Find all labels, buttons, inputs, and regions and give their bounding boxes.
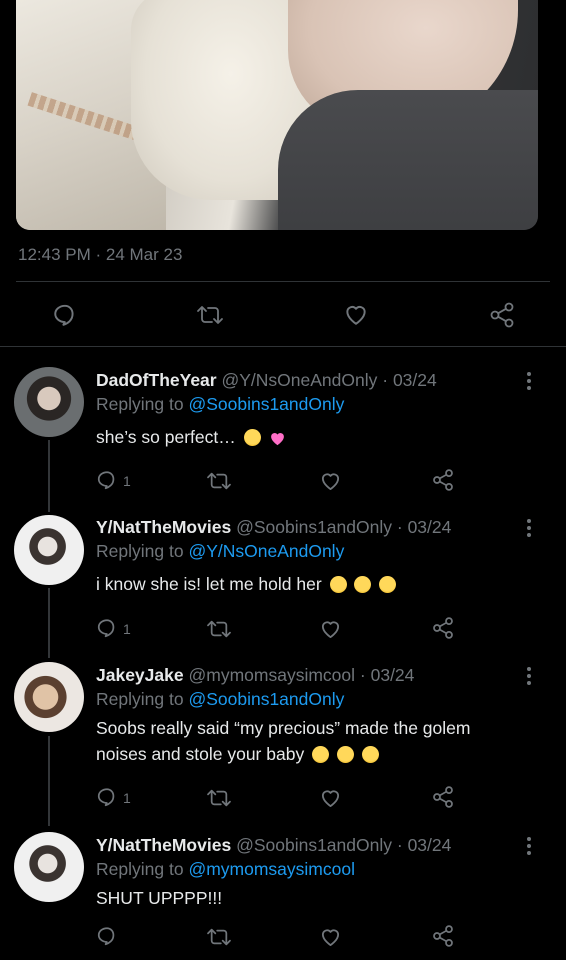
replying-label: Replying to	[96, 689, 184, 709]
more-options-icon[interactable]	[522, 517, 536, 539]
retweet-icon[interactable]	[206, 926, 232, 948]
photo-shirt	[278, 90, 538, 230]
reply-icon[interactable]	[96, 786, 118, 808]
reply-icon[interactable]	[96, 617, 118, 639]
reply-text-line: noises and stole your baby	[96, 741, 526, 767]
reply-text-content: noises and stole your baby	[96, 744, 305, 764]
tired-face-emoji-icon	[379, 576, 397, 593]
reply-header: Y/NatTheMovies @Soobins1andOnly · 03/24	[96, 517, 451, 538]
reply-date: 03/24	[407, 835, 452, 855]
replying-to-line: Replying to @Soobins1andOnly	[96, 394, 344, 415]
tears-of-joy-emoji-icon	[336, 746, 354, 763]
reply-icon[interactable]	[96, 925, 118, 947]
tears-of-joy-emoji-icon	[361, 746, 379, 763]
reply-icon[interactable]	[96, 469, 118, 491]
growing-heart-emoji-icon	[269, 427, 286, 446]
share-icon[interactable]	[431, 924, 455, 948]
replying-label: Replying to	[96, 859, 184, 879]
retweet-icon[interactable]	[206, 618, 232, 640]
more-options-icon[interactable]	[522, 835, 536, 857]
tweet-action-bar	[0, 296, 566, 336]
mention-link[interactable]: @Soobins1andOnly	[188, 689, 344, 709]
retweet-icon[interactable]	[206, 787, 232, 809]
reply-date: 03/24	[407, 517, 452, 537]
reply-header: DadOfTheYear @Y/NsOneAndOnly · 03/24	[96, 370, 437, 391]
like-icon[interactable]	[343, 302, 369, 326]
user-handle[interactable]: @mymomsaysimcool	[188, 665, 355, 685]
divider	[0, 346, 566, 347]
replying-to-line: Replying to @Soobins1andOnly	[96, 689, 344, 710]
tweet-photo[interactable]	[16, 0, 538, 230]
mention-link[interactable]: @Y/NsOneAndOnly	[188, 541, 344, 561]
like-icon[interactable]	[319, 470, 342, 491]
reply-date: 03/24	[392, 370, 437, 390]
mention-link[interactable]: @Soobins1andOnly	[188, 394, 344, 414]
user-handle[interactable]: @Y/NsOneAndOnly	[221, 370, 377, 390]
replying-to-line: Replying to @mymomsaysimcool	[96, 859, 355, 880]
thread-line	[48, 440, 50, 512]
loudly-crying-face-emoji-icon	[243, 429, 261, 446]
share-icon[interactable]	[488, 301, 516, 329]
retweet-icon[interactable]	[206, 470, 232, 492]
share-icon[interactable]	[431, 616, 455, 640]
reply-header: Y/NatTheMovies @Soobins1andOnly · 03/24	[96, 835, 451, 856]
user-handle[interactable]: @Soobins1andOnly	[236, 517, 392, 537]
reply-text: Soobs really said “my precious” made the…	[96, 715, 526, 767]
tweet-timestamp[interactable]: 12:43 PM · 24 Mar 23	[18, 245, 182, 265]
reply-count: 1	[123, 621, 131, 637]
reply-count: 1	[123, 473, 131, 489]
divider	[16, 281, 550, 282]
avatar[interactable]	[14, 515, 84, 585]
reply-count: 1	[123, 790, 131, 806]
tired-face-emoji-icon	[354, 576, 372, 593]
thread-line	[48, 588, 50, 658]
display-name[interactable]: Y/NatTheMovies	[96, 835, 231, 855]
like-icon[interactable]	[319, 618, 342, 639]
avatar[interactable]	[14, 662, 84, 732]
share-icon[interactable]	[431, 468, 455, 492]
separator: ·	[396, 517, 403, 537]
replying-label: Replying to	[96, 541, 184, 561]
tired-face-emoji-icon	[329, 576, 347, 593]
reply-header: JakeyJake @mymomsaysimcool · 03/24	[96, 665, 414, 686]
replying-label: Replying to	[96, 394, 184, 414]
more-options-icon[interactable]	[522, 665, 536, 687]
like-icon[interactable]	[319, 926, 342, 947]
avatar[interactable]	[14, 367, 84, 437]
thread-line	[48, 736, 50, 826]
separator: ·	[382, 370, 389, 390]
tears-of-joy-emoji-icon	[312, 746, 330, 763]
display-name[interactable]: JakeyJake	[96, 665, 184, 685]
separator: ·	[396, 835, 403, 855]
avatar[interactable]	[14, 832, 84, 902]
reply-text-content: SHUT UPPPP!!!	[96, 888, 223, 908]
reply-text: she’s so perfect…	[96, 424, 526, 450]
reply-text-line: Soobs really said “my precious” made the…	[96, 718, 471, 738]
replying-to-line: Replying to @Y/NsOneAndOnly	[96, 541, 344, 562]
display-name[interactable]: DadOfTheYear	[96, 370, 217, 390]
reply-text: i know she is! let me hold her	[96, 571, 526, 597]
user-handle[interactable]: @Soobins1andOnly	[236, 835, 392, 855]
like-icon[interactable]	[319, 787, 342, 808]
mention-link[interactable]: @mymomsaysimcool	[188, 859, 355, 879]
share-icon[interactable]	[431, 785, 455, 809]
reply-text: SHUT UPPPP!!!	[96, 885, 526, 911]
more-options-icon[interactable]	[522, 370, 536, 392]
reply-date: 03/24	[370, 665, 415, 685]
reply-text-content: i know she is! let me hold her	[96, 574, 322, 594]
separator: ·	[359, 665, 366, 685]
display-name[interactable]: Y/NatTheMovies	[96, 517, 231, 537]
reply-icon[interactable]	[52, 302, 78, 328]
reply-text-content: she’s so perfect…	[96, 427, 236, 447]
retweet-icon[interactable]	[196, 303, 224, 327]
